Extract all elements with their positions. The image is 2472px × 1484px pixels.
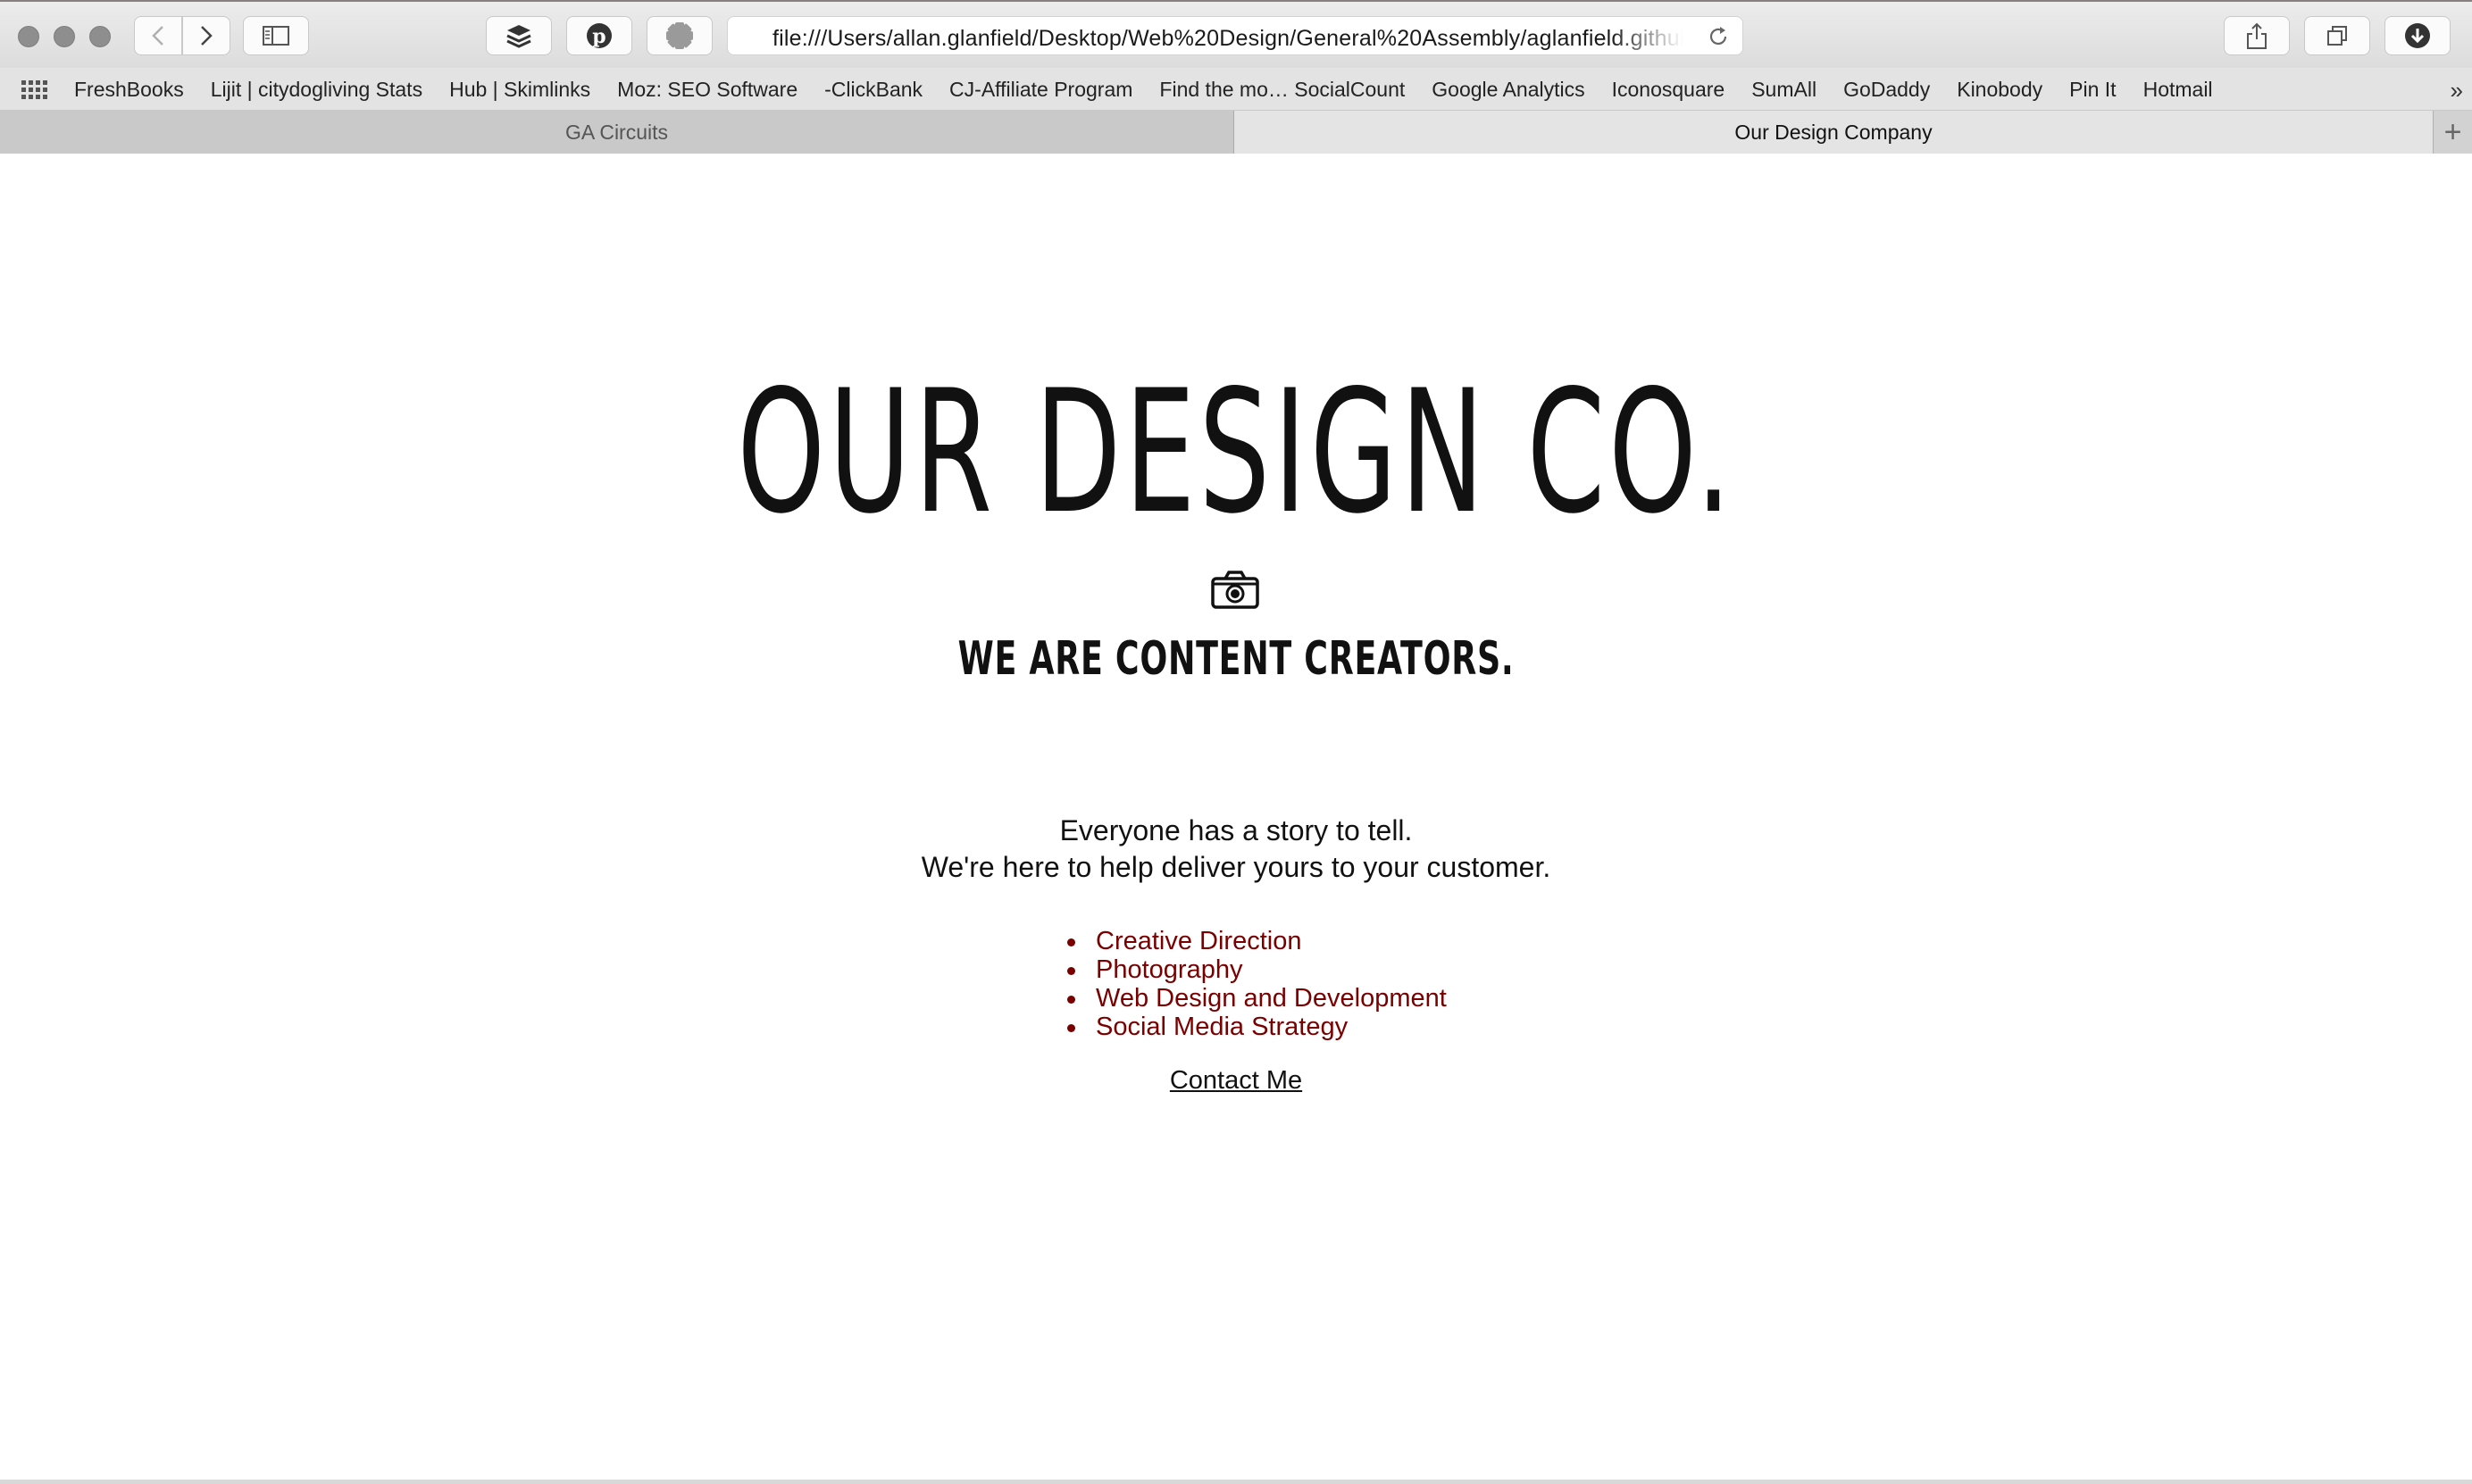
service-item-photography[interactable]: Photography <box>1067 955 1447 984</box>
forward-button[interactable] <box>182 16 230 55</box>
bookmarks-overflow-button[interactable]: » <box>2451 77 2463 104</box>
top-sites-grid-icon[interactable] <box>21 80 48 100</box>
bookmark-item[interactable]: CJ-Affiliate Program <box>936 78 1146 102</box>
intro-line: Everyone has a story to tell. <box>1059 814 1413 846</box>
services-list: Creative Direction Photography Web Desig… <box>1067 927 1447 1041</box>
bookmark-item[interactable]: Google Analytics <box>1418 78 1598 102</box>
tagline: WE ARE CONTENT CREATORS. <box>957 632 1515 686</box>
tab-overview-button[interactable] <box>2304 16 2370 55</box>
intro-line: We're here to help deliver yours to your… <box>921 851 1551 883</box>
service-item-web-design[interactable]: Web Design and Development <box>1067 984 1447 1013</box>
bookmark-item[interactable]: GoDaddy <box>1830 78 1943 102</box>
page-content: OUR DESIGN CO. WE ARE CONTENT CREATORS. … <box>0 154 2472 1480</box>
puzzle-icon <box>666 22 693 49</box>
page-title: OUR DESIGN CO. <box>737 354 1735 551</box>
tab-bar: GA Circuits Our Design Company + <box>0 111 2472 154</box>
pinterest-extension-button[interactable]: p <box>566 16 632 55</box>
bookmark-item[interactable]: SumAll <box>1738 78 1830 102</box>
buffer-extension-button[interactable] <box>486 16 552 55</box>
new-tab-button[interactable]: + <box>2433 111 2472 154</box>
share-icon <box>2247 22 2267 49</box>
close-window-button[interactable] <box>18 26 39 47</box>
extension-button[interactable] <box>647 16 713 55</box>
chevron-left-icon <box>152 26 163 46</box>
tabs-icon <box>2327 26 2347 46</box>
intro-text: Everyone has a story to tell. We're here… <box>0 813 2472 886</box>
share-button[interactable] <box>2224 16 2290 55</box>
bookmark-item[interactable]: Find the mo… SocialCount <box>1146 78 1418 102</box>
camera-icon <box>1211 571 1259 609</box>
bookmark-item[interactable]: -ClickBank <box>811 78 936 102</box>
back-button[interactable] <box>134 16 182 55</box>
layers-icon <box>506 25 531 48</box>
download-icon <box>2405 23 2430 48</box>
zoom-window-button[interactable] <box>89 26 111 47</box>
window-bottom-edge <box>0 1480 2472 1484</box>
bookmark-item[interactable]: Iconosquare <box>1599 78 1739 102</box>
sidebar-toggle-button[interactable] <box>243 16 309 55</box>
bookmark-item[interactable]: Pin It <box>2056 78 2129 102</box>
chevron-right-icon <box>201 26 213 46</box>
service-item-social-media[interactable]: Social Media Strategy <box>1067 1013 1447 1041</box>
bookmark-item[interactable]: Moz: SEO Software <box>604 78 811 102</box>
sidebar-icon <box>263 26 289 46</box>
reload-icon[interactable] <box>1707 25 1730 48</box>
bookmark-item[interactable]: Kinobody <box>1943 78 2056 102</box>
url-text: file:///Users/allan.glanfield/Desktop/We… <box>772 26 1683 51</box>
bookmarks-bar: FreshBooks Lijit | citydogliving Stats H… <box>0 68 2472 111</box>
tab-ga-circuits[interactable]: GA Circuits <box>0 111 1234 154</box>
minimize-window-button[interactable] <box>54 26 75 47</box>
service-item-creative-direction[interactable]: Creative Direction <box>1067 927 1447 955</box>
bookmark-item[interactable]: Lijit | citydogliving Stats <box>197 78 436 102</box>
tab-our-design-company[interactable]: Our Design Company <box>1234 111 2433 154</box>
address-bar[interactable]: file:///Users/allan.glanfield/Desktop/We… <box>727 16 1743 55</box>
pinterest-icon: p <box>587 23 612 48</box>
svg-text:p: p <box>592 25 605 48</box>
bookmark-list: FreshBooks Lijit | citydogliving Stats H… <box>61 68 2226 111</box>
browser-toolbar: p file:///Users/allan.glanfield/Desktop/… <box>0 0 2472 68</box>
bookmark-item[interactable]: FreshBooks <box>61 78 197 102</box>
contact-link[interactable]: Contact Me <box>0 1066 2472 1096</box>
bookmark-item[interactable]: Hotmail <box>2130 78 2226 102</box>
downloads-button[interactable] <box>2384 16 2451 55</box>
bookmark-item[interactable]: Hub | Skimlinks <box>436 78 604 102</box>
